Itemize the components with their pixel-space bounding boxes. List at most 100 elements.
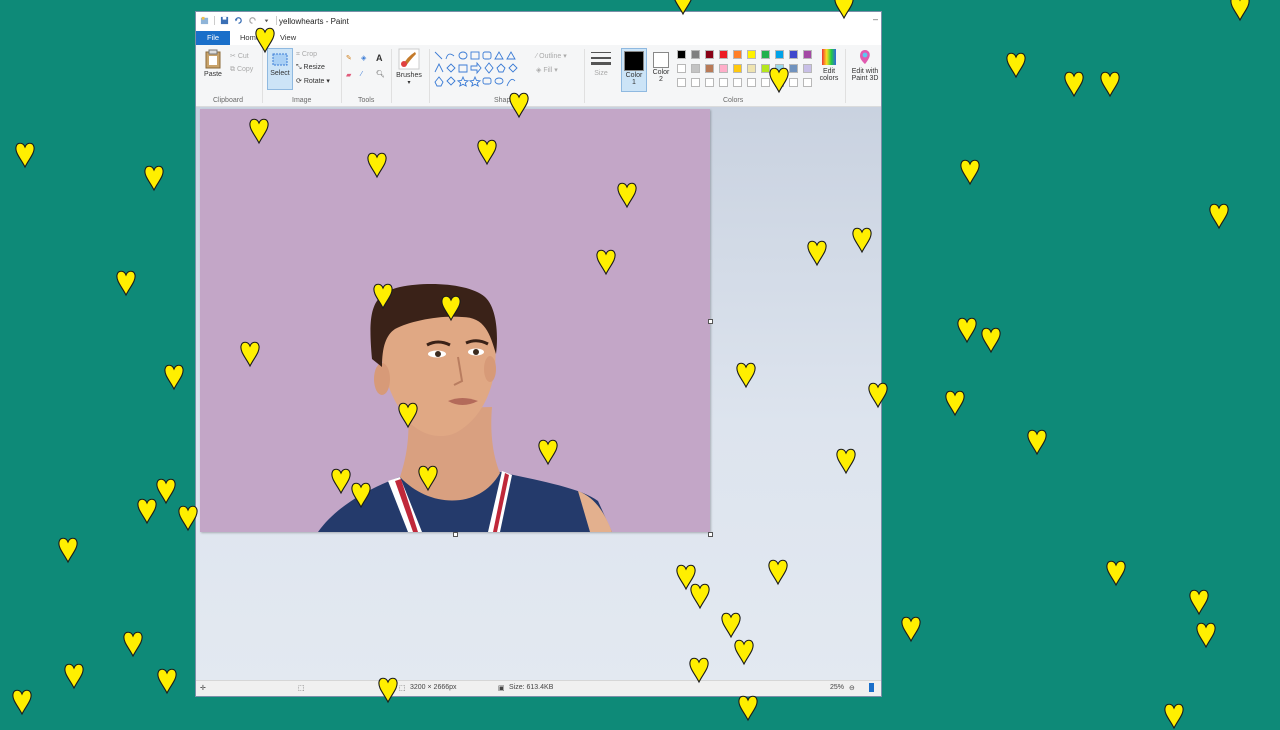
ribbon-separator xyxy=(845,49,846,103)
outline-button[interactable]: ⁄ Outline ▾ xyxy=(536,52,567,60)
fill-tool[interactable]: ◈ xyxy=(361,54,366,62)
color1-swatch xyxy=(624,51,644,71)
custom-color-slot[interactable] xyxy=(789,78,798,87)
heart-sticker-icon xyxy=(116,270,136,297)
minimize-button[interactable]: – xyxy=(873,14,878,24)
palette-swatch[interactable] xyxy=(789,50,798,59)
image-dimensions: 3200 × 2666px xyxy=(410,684,457,691)
color-picker-tool[interactable]: ⁄ xyxy=(361,71,362,78)
edit-with-paint3d-button[interactable]: Edit with Paint 3D xyxy=(848,48,881,82)
resize-handle-right[interactable] xyxy=(708,319,713,324)
eraser-tool[interactable]: ▰ xyxy=(346,71,351,79)
resize-label: Resize xyxy=(303,64,325,71)
resize-button[interactable]: ⤡ Resize xyxy=(296,64,325,72)
file-size: Size: 613.4KB xyxy=(509,684,554,691)
heart-sticker-icon xyxy=(1027,429,1047,456)
customize-dropdown-icon[interactable] xyxy=(262,16,271,25)
crop-label: Crop xyxy=(301,51,318,58)
palette-swatch[interactable] xyxy=(691,64,700,73)
color2-label: Color xyxy=(652,69,670,76)
tab-file[interactable]: File xyxy=(196,31,230,45)
custom-color-slot[interactable] xyxy=(677,78,686,87)
heart-sticker-icon xyxy=(1064,71,1084,98)
brushes-label: Brushes xyxy=(396,72,422,79)
resize-handle-corner[interactable] xyxy=(708,532,713,537)
copy-button[interactable]: ⧉ Copy xyxy=(230,66,253,74)
palette-swatch[interactable] xyxy=(705,50,714,59)
palette-swatch[interactable] xyxy=(719,50,728,59)
rotate-button[interactable]: ⟳ Rotate ▾ xyxy=(296,77,330,85)
clipboard-icon xyxy=(205,49,221,69)
heart-sticker-icon xyxy=(1230,0,1250,22)
quick-access-toolbar xyxy=(200,16,277,25)
size-button[interactable]: Size xyxy=(589,50,613,77)
color1-button[interactable]: Color 1 xyxy=(621,48,647,92)
palette-swatch[interactable] xyxy=(775,64,784,73)
palette-swatch[interactable] xyxy=(705,64,714,73)
crop-button[interactable]: ⌗ Crop xyxy=(296,51,317,59)
heart-sticker-icon xyxy=(1209,203,1229,230)
color-palette xyxy=(677,50,817,92)
shapes-group-label: Shapes xyxy=(494,97,518,104)
save-icon[interactable] xyxy=(220,16,229,25)
undo-icon[interactable] xyxy=(234,16,243,25)
custom-color-slot[interactable] xyxy=(775,78,784,87)
select-button[interactable]: Select xyxy=(267,48,293,90)
paint-window: yellowhearts - Paint – File Home View Pa… xyxy=(195,11,882,697)
palette-swatch[interactable] xyxy=(677,50,686,59)
line-size-icon xyxy=(591,52,611,65)
tab-home[interactable]: Home xyxy=(232,31,268,45)
resize-handle-bottom[interactable] xyxy=(453,532,458,537)
colors-group-label: Colors xyxy=(723,97,744,104)
ribbon-tabs: File Home View xyxy=(196,31,881,45)
color1-number: 1 xyxy=(632,79,636,86)
palette-swatch[interactable] xyxy=(747,50,756,59)
edit-colors-button[interactable]: Edit colors xyxy=(816,48,842,82)
heart-sticker-icon xyxy=(981,327,1001,354)
palette-swatch[interactable] xyxy=(691,50,700,59)
cut-button[interactable]: ✂ Cut xyxy=(230,52,249,60)
heart-sticker-icon xyxy=(64,663,84,690)
select-label: Select xyxy=(270,70,290,77)
brushes-button[interactable]: Brushes ▾ xyxy=(395,48,423,86)
custom-color-slot[interactable] xyxy=(719,78,728,87)
custom-color-slot[interactable] xyxy=(747,78,756,87)
fill-button[interactable]: ◈ Fill ▾ xyxy=(536,66,558,74)
color2-number: 2 xyxy=(659,76,663,83)
color2-button[interactable]: Color 2 xyxy=(649,48,673,83)
pencil-tool[interactable]: ✎ xyxy=(346,54,352,62)
palette-swatch[interactable] xyxy=(803,64,812,73)
redo-icon[interactable] xyxy=(248,16,257,25)
ribbon-separator xyxy=(584,49,585,103)
canvas-image[interactable] xyxy=(200,109,710,532)
heart-sticker-icon xyxy=(738,695,758,722)
ribbon-separator xyxy=(429,49,430,103)
custom-color-slot[interactable] xyxy=(733,78,742,87)
zoom-slider-thumb[interactable] xyxy=(869,683,874,692)
cursor-position-icon: ✛ xyxy=(200,685,206,692)
tab-view[interactable]: View xyxy=(272,31,304,45)
heart-sticker-icon xyxy=(1164,703,1184,730)
text-tool[interactable]: A xyxy=(376,53,383,63)
palette-swatch[interactable] xyxy=(719,64,728,73)
canvas-area[interactable] xyxy=(196,107,881,683)
zoom-out-button[interactable]: ⊖ xyxy=(849,684,855,692)
paste-button[interactable]: Paste xyxy=(202,49,224,78)
palette-swatch[interactable] xyxy=(747,64,756,73)
palette-swatch[interactable] xyxy=(761,50,770,59)
custom-color-slot[interactable] xyxy=(705,78,714,87)
palette-swatch[interactable] xyxy=(775,50,784,59)
palette-swatch[interactable] xyxy=(789,64,798,73)
palette-swatch[interactable] xyxy=(803,50,812,59)
palette-swatch[interactable] xyxy=(761,64,770,73)
magnifier-tool[interactable]: 🔍︎ xyxy=(376,70,385,78)
custom-color-slot[interactable] xyxy=(803,78,812,87)
custom-color-slot[interactable] xyxy=(761,78,770,87)
rotate-label: Rotate xyxy=(303,78,325,85)
custom-color-slot[interactable] xyxy=(691,78,700,87)
palette-swatch[interactable] xyxy=(677,64,686,73)
palette-swatch[interactable] xyxy=(733,50,742,59)
palette-swatch[interactable] xyxy=(733,64,742,73)
shapes-gallery[interactable] xyxy=(433,50,529,90)
heart-sticker-icon xyxy=(945,390,965,417)
